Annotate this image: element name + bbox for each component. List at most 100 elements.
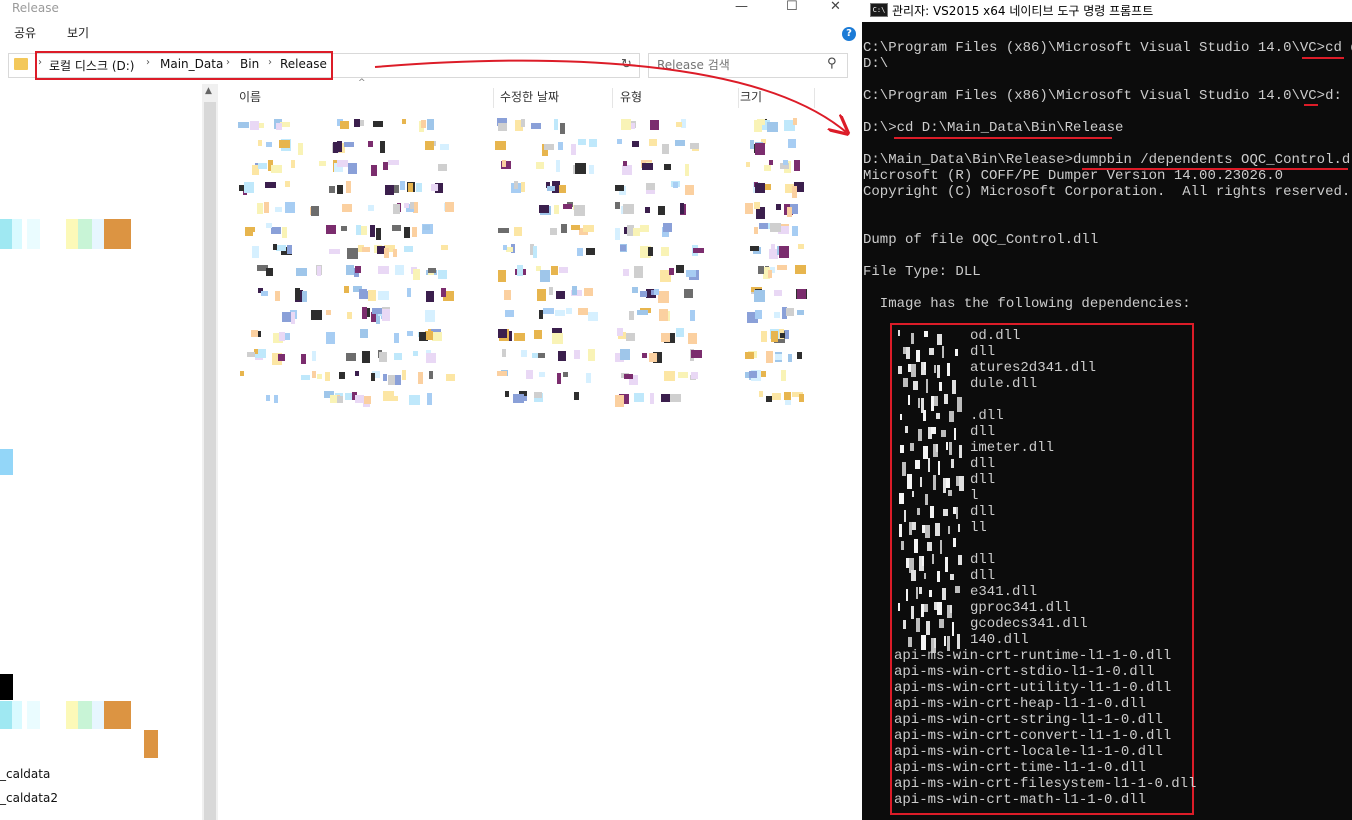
blurred-file-cell	[407, 331, 413, 336]
blurred-file-cell	[617, 139, 622, 144]
search-box[interactable]: ⚲	[648, 53, 848, 78]
blurred-file-cell	[571, 144, 576, 155]
blurred-file-cell	[446, 374, 455, 381]
dependency-item: dll	[970, 424, 996, 440]
blurred-file-cell	[426, 291, 434, 302]
column-header-date[interactable]: 수정한 날짜	[500, 88, 613, 108]
blurred-file-cell	[250, 121, 259, 130]
blurred-file-cell	[337, 160, 348, 167]
search-icon[interactable]: ⚲	[827, 56, 837, 71]
close-button[interactable]: ✕	[830, 0, 841, 15]
breadcrumb-main-data[interactable]: Main_Data	[160, 57, 223, 71]
console-title: 관리자: VS2015 x64 네이티브 도구 명령 프롬프트	[892, 4, 1154, 18]
blurred-file-cell	[680, 203, 684, 214]
redacted-mark	[910, 443, 914, 451]
blurred-file-cell	[646, 183, 655, 190]
blurred-file-cell	[615, 202, 620, 209]
blurred-file-cell	[550, 228, 557, 235]
blurred-file-cell	[495, 141, 506, 150]
nav-item-caldata[interactable]: _caldata	[0, 767, 50, 781]
blurred-file-cell	[620, 349, 630, 360]
breadcrumb-bin[interactable]: Bin	[240, 57, 259, 71]
blurred-file-cell	[556, 291, 565, 299]
dependency-item: api-ms-win-crt-stdio-l1-1-0.dll	[894, 664, 1155, 680]
breadcrumb-local-disk[interactable]: 로컬 디스크 (D:)	[49, 57, 134, 74]
blurred-file-cell	[755, 310, 762, 319]
scroll-up-icon[interactable]: ▲	[205, 86, 212, 96]
column-header-size[interactable]: 크기	[740, 88, 815, 108]
blurred-file-cell	[368, 290, 376, 301]
tab-view[interactable]: 보기	[67, 24, 89, 41]
blurred-file-cell	[506, 247, 513, 252]
blurred-file-cell	[559, 267, 568, 273]
blurred-file-cell	[526, 370, 533, 379]
blurred-nav-item	[0, 219, 12, 249]
redacted-mark	[940, 540, 942, 554]
blurred-file-cell	[534, 392, 542, 398]
blurred-file-cell	[360, 329, 368, 338]
blurred-file-cell	[371, 373, 375, 381]
nav-item-caldata2[interactable]: _caldata2	[0, 791, 58, 805]
scroll-thumb[interactable]	[204, 102, 216, 820]
blurred-file-cell	[561, 224, 567, 233]
minimize-button[interactable]: —	[735, 0, 748, 15]
console-titlebar[interactable]: C:\ 관리자: VS2015 x64 네이티브 도구 명령 프롬프트	[862, 0, 1352, 22]
command-prompt-window: C:\ 관리자: VS2015 x64 네이티브 도구 명령 프롬프트 C:\P…	[862, 0, 1352, 820]
file-explorer-window: Release — ☐ ✕ 공유 보기 ? › 로컬 디스크 (D:) › Ma…	[0, 0, 860, 820]
console-line: D:\>cd D:\Main_Data\Bin\Release	[863, 120, 1124, 136]
blurred-file-cell	[658, 206, 665, 215]
redacted-mark	[913, 381, 918, 390]
blurred-file-cell	[774, 290, 782, 296]
maximize-button[interactable]: ☐	[786, 0, 798, 15]
breadcrumb-release[interactable]: Release	[280, 57, 327, 71]
blurred-file-cell	[346, 181, 351, 193]
address-bar[interactable]: › 로컬 디스크 (D:) › Main_Data › Bin › Releas…	[8, 51, 640, 80]
blurred-nav-item	[92, 701, 104, 729]
redacted-mark	[925, 494, 928, 505]
blurred-file-cell	[690, 143, 699, 149]
console-line: D:\Main_Data\Bin\Release>dumpbin /depend…	[863, 152, 1352, 168]
blurred-file-cell	[615, 395, 624, 407]
search-input[interactable]	[655, 56, 819, 74]
dependency-item: api-ms-win-crt-math-l1-1-0.dll	[894, 792, 1147, 808]
blurred-file-cell	[354, 119, 360, 127]
redacted-mark	[946, 478, 950, 488]
column-header-type[interactable]: 유형	[620, 88, 739, 108]
blurred-file-cell	[296, 268, 307, 276]
redacted-mark	[911, 333, 914, 344]
column-header-name[interactable]: 이름	[239, 88, 494, 108]
blurred-file-cell	[661, 333, 670, 342]
help-icon[interactable]: ?	[842, 27, 856, 41]
blurred-file-cell	[777, 265, 787, 270]
blurred-file-cell	[426, 353, 436, 363]
explorer-titlebar[interactable]: Release — ☐ ✕	[0, 0, 860, 16]
blurred-file-cell	[498, 228, 509, 233]
blurred-file-cell	[432, 332, 442, 341]
blurred-file-cell	[245, 227, 253, 236]
blurred-file-cell	[402, 119, 406, 124]
blurred-file-cell	[347, 312, 352, 319]
dependency-item: api-ms-win-crt-utility-l1-1-0.dll	[894, 680, 1172, 696]
blurred-file-cell	[754, 290, 765, 302]
blurred-file-cell	[431, 184, 438, 191]
blurred-file-cell	[329, 186, 335, 193]
refresh-icon[interactable]: ↻	[621, 57, 632, 72]
chevron-right-icon: ›	[146, 57, 150, 68]
redacted-mark	[943, 509, 948, 516]
blurred-file-cell	[673, 182, 678, 188]
blurred-file-cell	[404, 203, 409, 208]
blurred-file-cell	[574, 205, 585, 216]
blurred-file-cell	[634, 266, 643, 278]
blurred-file-cell	[560, 123, 565, 134]
blurred-file-cell	[407, 288, 411, 297]
blurred-file-cell	[799, 394, 804, 402]
tab-share[interactable]: 공유	[14, 24, 36, 41]
blurred-file-cell	[285, 181, 290, 187]
redacted-mark	[936, 413, 940, 419]
console-line: Copyright (C) Microsoft Corporation. All…	[863, 184, 1351, 200]
redacted-mark	[930, 506, 934, 518]
blurred-file-cell	[649, 353, 657, 362]
blurred-nav-item	[104, 219, 131, 249]
redacted-mark	[912, 491, 914, 497]
nav-scrollbar[interactable]: ▲	[202, 84, 218, 820]
